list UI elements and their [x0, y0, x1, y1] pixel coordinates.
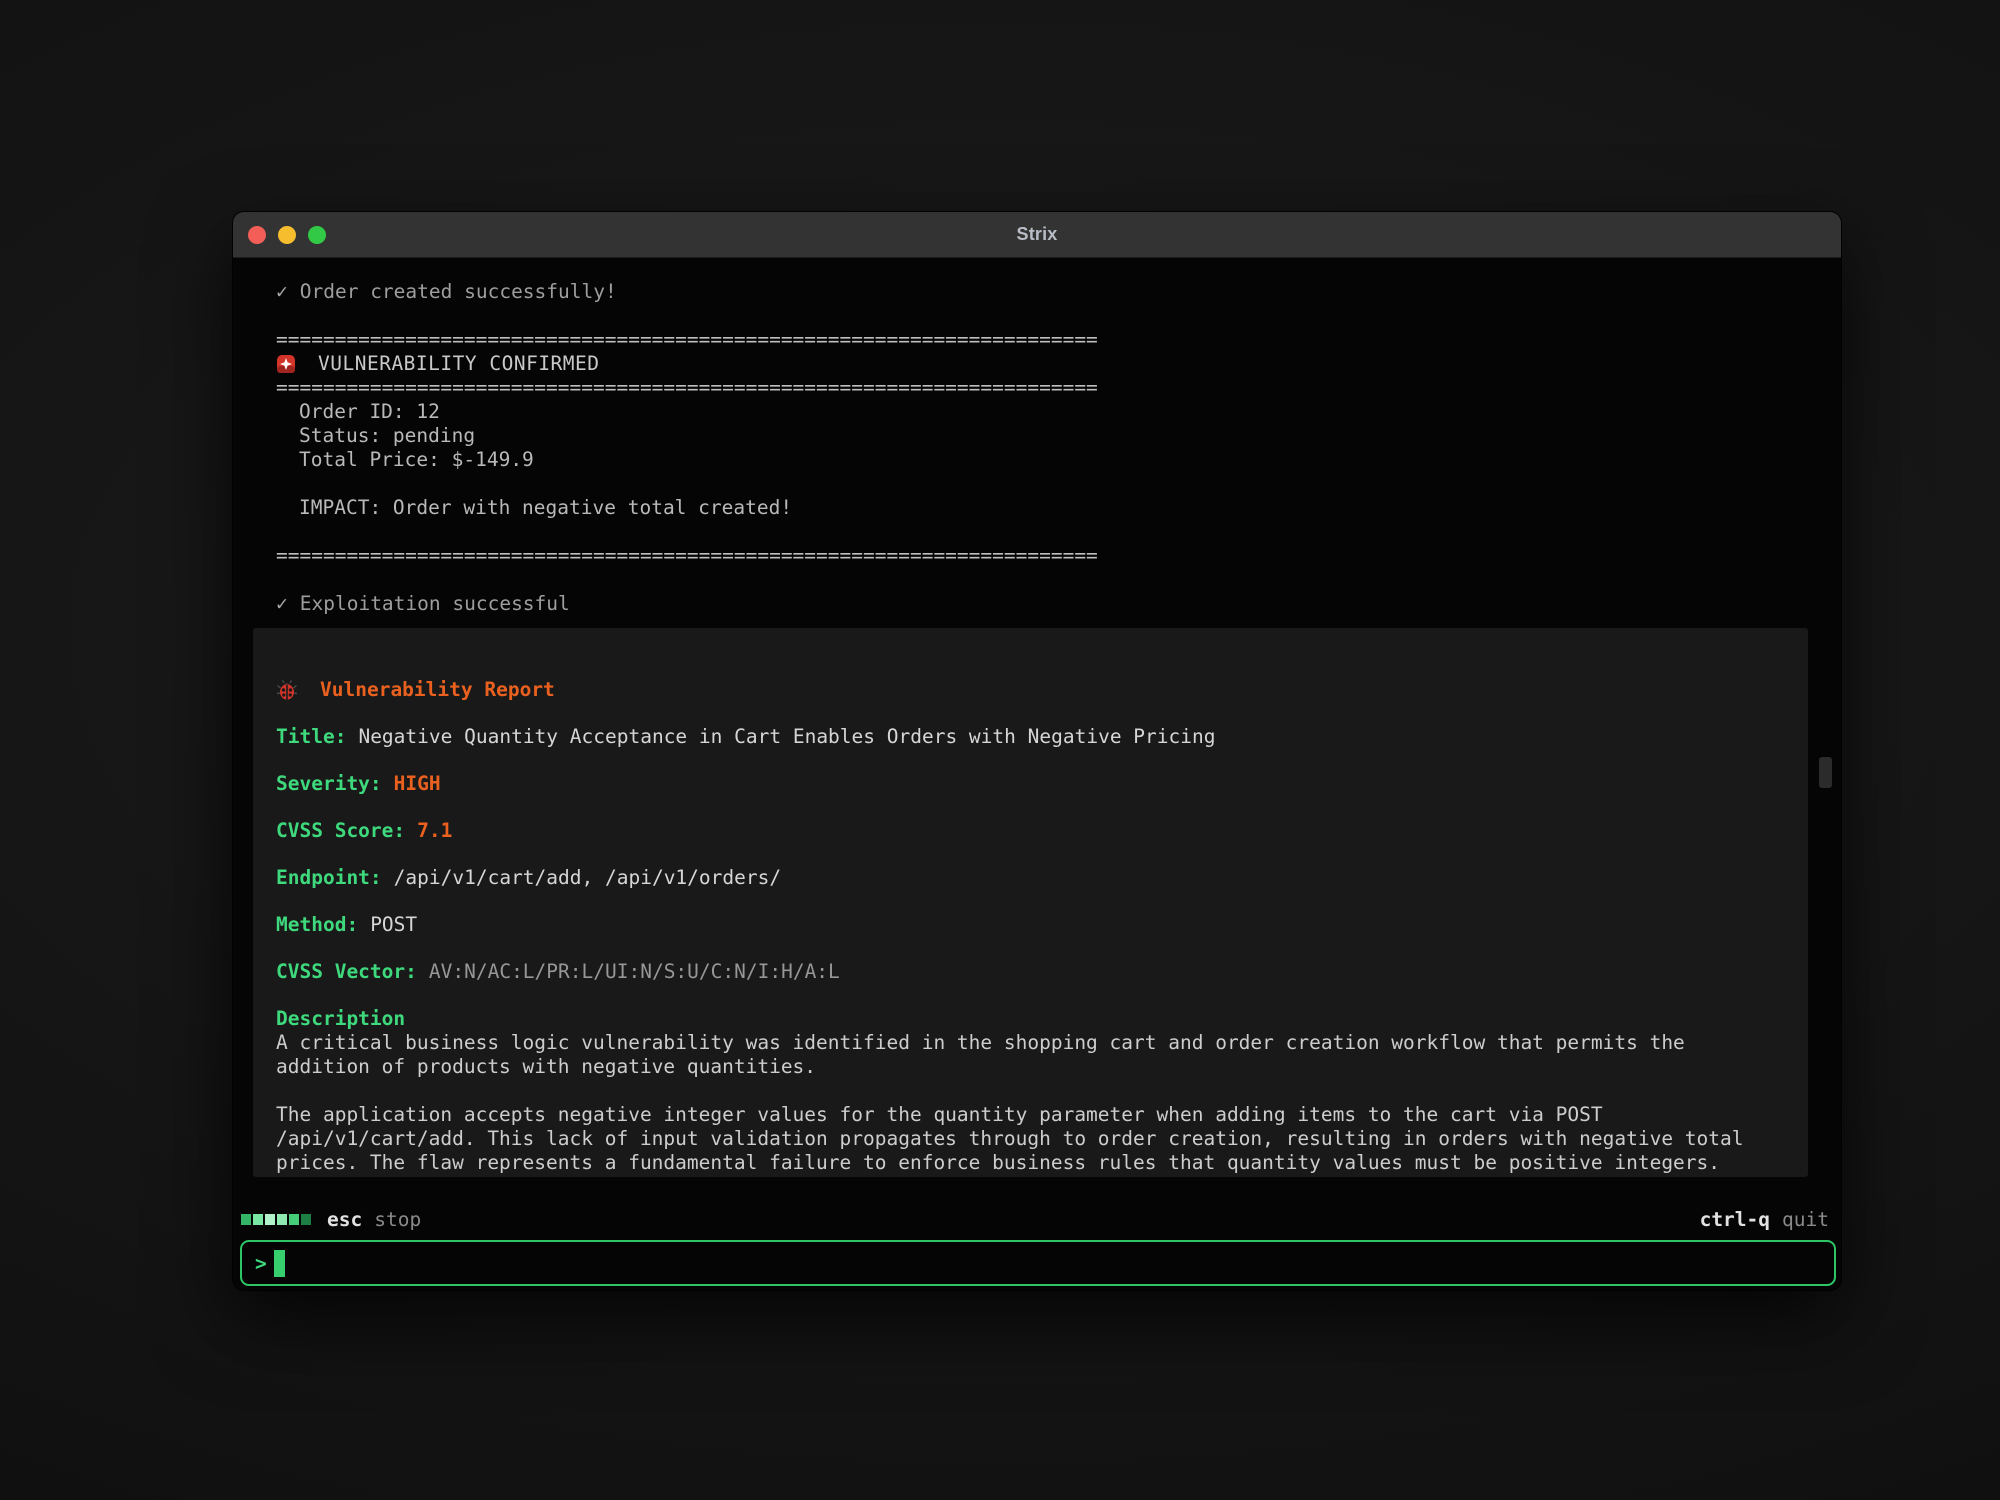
description-heading: Description	[276, 1007, 1768, 1031]
ctrl-q-key-label: ctrl-q	[1700, 1208, 1770, 1231]
siren-icon	[276, 353, 296, 375]
vulnerability-confirmed-line: VULNERABILITY CONFIRMED	[233, 352, 1841, 376]
report-heading-row: Vulnerability Report	[276, 678, 1768, 702]
close-button[interactable]	[248, 226, 266, 244]
traffic-lights	[248, 226, 326, 244]
separator-line: ========================================…	[233, 544, 1841, 568]
report-endpoint-row: Endpoint: /api/v1/cart/add, /api/v1/order…	[276, 866, 1768, 890]
report-title-row: Title: Negative Quantity Acceptance in Ca…	[276, 725, 1768, 749]
vulnerability-confirmed-text: VULNERABILITY CONFIRMED	[318, 352, 600, 376]
description-line: The application accepts negative integer…	[276, 1103, 1768, 1127]
report-severity-row: Severity: HIGH	[276, 772, 1768, 796]
vulnerability-report-panel: Vulnerability Report Title: Negative Quan…	[253, 628, 1808, 1177]
quit-key-hint[interactable]: ctrl-q quit	[1700, 1208, 1829, 1231]
report-cvss-vector-row: CVSS Vector: AV:N/AC:L/PR:L/UI:N/S:U/C:N/…	[276, 960, 1768, 984]
maximize-button[interactable]	[308, 226, 326, 244]
cvss-score-value: 7.1	[417, 819, 452, 842]
minimize-button[interactable]	[278, 226, 296, 244]
description-line: A critical business logic vulnerability …	[276, 1031, 1768, 1055]
description-line: addition of products with negative quant…	[276, 1055, 1768, 1079]
cvss-vector-value: AV:N/AC:L/PR:L/UI:N/S:U/C:N/I:H/A:L	[429, 960, 840, 983]
method-label: Method:	[276, 913, 358, 936]
activity-spinner-icon	[241, 1214, 313, 1225]
exploitation-success-line: ✓ Exploitation successful	[233, 592, 1841, 616]
report-method-row: Method: POST	[276, 913, 1768, 937]
window-titlebar[interactable]: Strix	[233, 212, 1841, 258]
description-line: prices. The flaw represents a fundamenta…	[276, 1151, 1768, 1175]
status-bar: esc stop ctrl-q quit	[241, 1206, 1829, 1232]
command-input[interactable]: >	[240, 1240, 1836, 1286]
order-id-line: Order ID: 12	[233, 400, 1841, 424]
scrollbar-thumb[interactable]	[1819, 757, 1832, 788]
order-success-line: ✓ Order created successfully!	[233, 280, 1841, 304]
impact-line: IMPACT: Order with negative total create…	[233, 496, 1841, 520]
description-line: /api/v1/cart/add. This lack of input val…	[276, 1127, 1768, 1151]
strix-window: Strix ✓ Order created successfully! =====…	[233, 212, 1841, 1290]
quit-action-label: quit	[1782, 1208, 1829, 1231]
title-value: Negative Quantity Acceptance in Cart Ena…	[358, 725, 1215, 748]
total-price-line: Total Price: $-149.9	[233, 448, 1841, 472]
text-cursor	[274, 1250, 285, 1277]
severity-label: Severity:	[276, 772, 382, 795]
cvss-vector-label: CVSS Vector:	[276, 960, 417, 983]
severity-value: HIGH	[394, 772, 441, 795]
checkmark-icon: ✓	[276, 280, 288, 304]
method-value: POST	[370, 913, 417, 936]
cvss-score-label: CVSS Score:	[276, 819, 405, 842]
stop-key-hint[interactable]: esc stop	[241, 1208, 421, 1231]
separator-line: ========================================…	[233, 328, 1841, 352]
terminal-output: ✓ Order created successfully! ===========…	[233, 259, 1841, 1290]
title-label: Title:	[276, 725, 346, 748]
exploitation-success-text: Exploitation successful	[300, 592, 570, 615]
order-success-text: Order created successfully!	[300, 280, 617, 303]
endpoint-value: /api/v1/cart/add, /api/v1/orders/	[394, 866, 781, 889]
report-cvss-score-row: CVSS Score: 7.1	[276, 819, 1768, 843]
separator-line: ========================================…	[233, 376, 1841, 400]
order-status-line: Status: pending	[233, 424, 1841, 448]
esc-key-label: esc	[327, 1208, 362, 1231]
report-heading: Vulnerability Report	[320, 678, 555, 702]
checkmark-icon: ✓	[276, 592, 288, 616]
window-title: Strix	[1016, 224, 1057, 245]
stop-action-label: stop	[374, 1208, 421, 1231]
bug-icon	[276, 679, 298, 701]
endpoint-label: Endpoint:	[276, 866, 382, 889]
prompt-symbol: >	[255, 1252, 267, 1275]
